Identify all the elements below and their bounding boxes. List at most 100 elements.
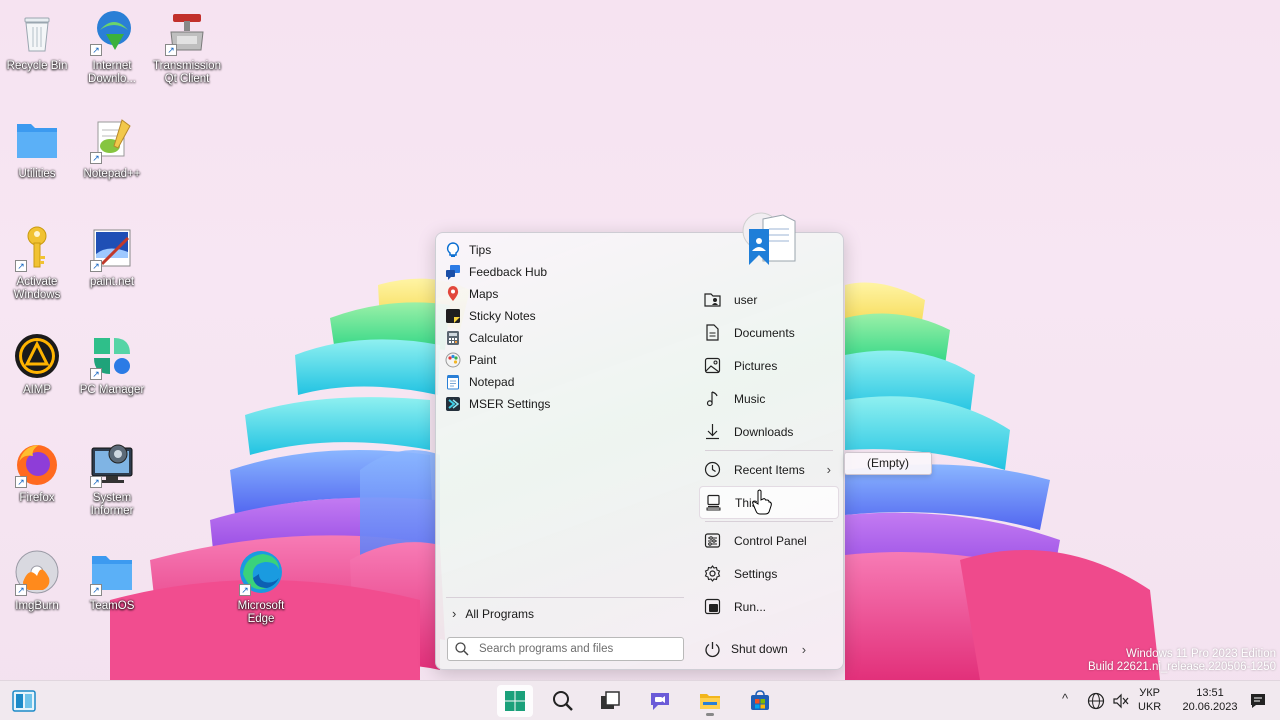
notification-icon[interactable] — [1249, 692, 1267, 710]
clock-time: 13:51 — [1196, 687, 1224, 699]
place-label: Control Panel — [734, 533, 807, 548]
start-menu: Tips Feedback Hub Maps Sticky Notes Calc… — [435, 212, 844, 670]
place-label: Run... — [734, 599, 767, 614]
desktop-icon-internet-download-manager[interactable]: ↗ Internet Downlo... — [75, 8, 149, 86]
desktop-icon-microsoft-edge[interactable]: ↗ Microsoft Edge — [224, 548, 298, 626]
place-label: Pictures — [734, 358, 778, 373]
program-item-maps[interactable]: Maps — [442, 283, 692, 305]
place-label: Music — [734, 391, 766, 406]
place-label: Settings — [734, 566, 778, 581]
place-item-control-panel[interactable]: Control Panel — [699, 524, 839, 557]
place-item-documents[interactable]: Documents — [699, 316, 839, 349]
volume-muted-icon[interactable] — [1112, 692, 1130, 710]
desktop-icon-transmission[interactable]: ↗ Transmission Qt Client — [150, 8, 224, 86]
start-button[interactable] — [497, 685, 533, 717]
shortcut-arrow-icon: ↗ — [90, 476, 102, 488]
place-item-music[interactable]: Music — [699, 382, 839, 415]
program-item-calculator[interactable]: Calculator — [442, 327, 692, 349]
program-item-notepad[interactable]: Notepad — [442, 371, 692, 393]
program-item-feedback-hub[interactable]: Feedback Hub — [442, 261, 692, 283]
download-icon — [704, 423, 721, 440]
chevron-right-icon[interactable]: › — [802, 642, 806, 657]
feedback-hub-icon — [445, 264, 461, 280]
desktop-icon-label: Utilities — [18, 168, 56, 180]
network-icon[interactable] — [1087, 692, 1105, 710]
shortcut-arrow-icon: ↗ — [90, 368, 102, 380]
shutdown-button[interactable]: Shut down › — [699, 637, 809, 661]
desktop-icon-label: paint.net — [89, 276, 135, 288]
task-view-icon — [601, 691, 620, 709]
store-button[interactable] — [742, 685, 778, 717]
desktop-icon-firefox[interactable]: ↗ Firefox — [0, 440, 74, 505]
program-item-sticky-notes[interactable]: Sticky Notes — [442, 305, 692, 327]
program-item-paint[interactable]: Paint — [442, 349, 692, 371]
idm-icon: ↗ — [88, 8, 136, 56]
gear-icon — [704, 565, 721, 582]
search-icon — [455, 642, 469, 656]
clock[interactable]: 13:51 20.06.2023 — [1182, 686, 1238, 714]
control-panel-icon — [704, 532, 721, 549]
search-input[interactable] — [479, 643, 669, 655]
place-item-recent-items[interactable]: Recent Items › — [699, 453, 839, 486]
sticky-notes-icon — [445, 308, 461, 324]
program-item-mser-settings[interactable]: MSER Settings — [442, 393, 692, 415]
folder-icon — [13, 116, 61, 164]
place-item-user[interactable]: user — [699, 283, 839, 316]
place-item-run[interactable]: Run... — [699, 590, 839, 623]
search-button[interactable] — [545, 685, 581, 717]
desktop-icon-imgburn[interactable]: ↗ ImgBurn — [0, 548, 74, 613]
chat-button[interactable] — [642, 685, 678, 717]
program-item-tips[interactable]: Tips — [442, 239, 692, 261]
place-label: Recent Items — [734, 462, 805, 477]
desktop-icon-recycle-bin[interactable]: Recycle Bin — [0, 8, 74, 73]
shortcut-arrow-icon: ↗ — [239, 584, 251, 596]
imgburn-icon: ↗ — [13, 548, 61, 596]
all-programs-button[interactable]: › All Programs — [446, 597, 684, 623]
widgets-icon[interactable] — [12, 690, 36, 712]
desktop-icon-teamos[interactable]: ↗ TeamOS — [75, 548, 149, 613]
search-box[interactable] — [447, 637, 684, 661]
calculator-icon — [445, 330, 461, 346]
program-label: Paint — [469, 353, 497, 367]
edge-icon: ↗ — [237, 548, 285, 596]
file-explorer-icon — [700, 694, 720, 709]
program-label: Feedback Hub — [469, 265, 548, 279]
run-icon — [704, 598, 721, 615]
desktop-icon-label: Activate Windows — [13, 276, 61, 301]
place-item-downloads[interactable]: Downloads — [699, 415, 839, 448]
desktop-icon-label: Internet Downlo... — [88, 60, 136, 85]
program-label: Tips — [469, 243, 492, 257]
clock-icon — [704, 461, 721, 478]
desktop-icon-activate-windows[interactable]: ↗ Activate Windows — [0, 224, 74, 302]
program-label: Notepad — [469, 375, 515, 389]
aimp-icon — [13, 332, 61, 380]
maps-icon — [445, 286, 461, 302]
desktop-icon-aimp[interactable]: AIMP — [0, 332, 74, 397]
desktop-icon-paintnet[interactable]: ↗ paint.net — [75, 224, 149, 289]
folder-icon: ↗ — [88, 548, 136, 596]
file-explorer-button[interactable] — [692, 685, 728, 717]
show-hidden-icons-button[interactable]: ^ — [1062, 691, 1068, 706]
shutdown-label: Shut down — [731, 642, 788, 656]
task-view-button[interactable] — [592, 685, 628, 717]
place-item-settings[interactable]: Settings — [699, 557, 839, 590]
desktop-icon-pc-manager[interactable]: ↗ PC Manager — [75, 332, 149, 397]
store-icon — [751, 690, 769, 710]
program-label: Sticky Notes — [469, 309, 536, 323]
desktop-icon-notepadpp[interactable]: ↗ Notepad++ — [75, 116, 149, 181]
user-picture-icon[interactable] — [739, 207, 799, 267]
shortcut-arrow-icon: ↗ — [90, 44, 102, 56]
search-icon — [553, 691, 573, 711]
desktop-icon-system-informer[interactable]: ↗ System Informer — [75, 440, 149, 518]
system-informer-icon: ↗ — [88, 440, 136, 488]
windows-logo-icon — [505, 691, 525, 711]
input-language-indicator[interactable]: УКР UKR — [1138, 686, 1161, 714]
desktop-icon-utilities[interactable]: Utilities — [0, 116, 74, 181]
recent-items-flyout: (Empty) — [844, 452, 932, 475]
hand-cursor-icon — [752, 489, 772, 515]
place-label: Downloads — [734, 424, 794, 439]
desktop-icon-label: TeamOS — [89, 600, 135, 612]
notepadpp-icon: ↗ — [88, 116, 136, 164]
place-item-pictures[interactable]: Pictures — [699, 349, 839, 382]
desktop-icon-label: Recycle Bin — [6, 60, 68, 72]
